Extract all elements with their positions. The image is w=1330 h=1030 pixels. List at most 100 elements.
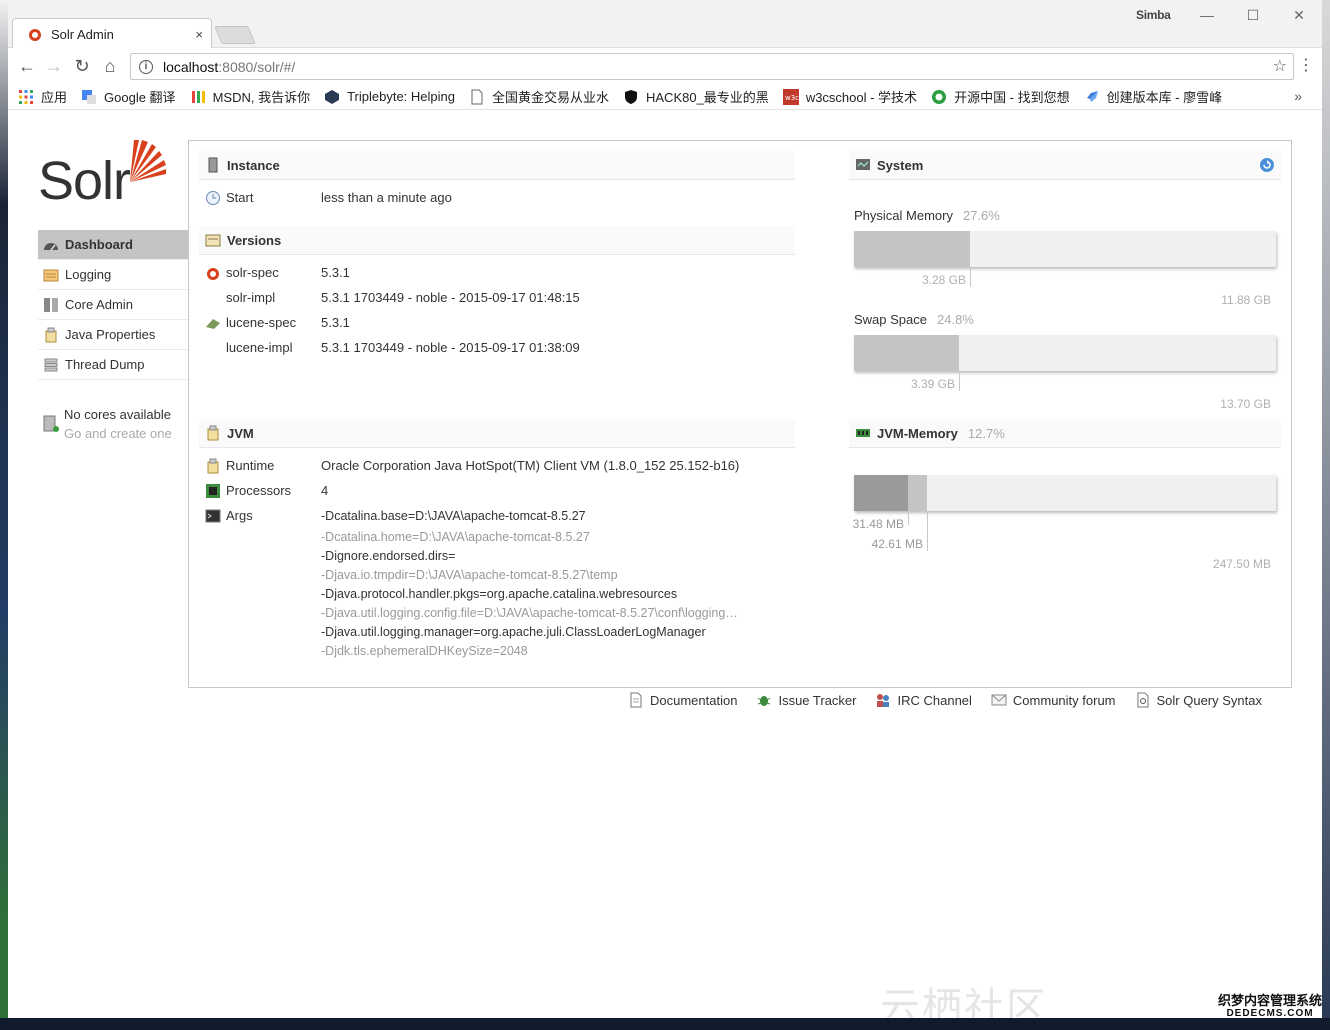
url-host: localhost: [163, 58, 219, 75]
physical-memory-total: 11.88 GB: [1221, 293, 1271, 307]
browser-tab[interactable]: Solr Admin ×: [12, 18, 212, 49]
bookmark-apps[interactable]: 应用: [18, 87, 67, 106]
version-row: solr-spec 5.3.1: [199, 260, 795, 285]
tab-close-icon[interactable]: ×: [195, 27, 203, 42]
sidebar-item-java-properties[interactable]: Java Properties: [38, 320, 188, 350]
home-icon[interactable]: ⌂: [99, 56, 121, 78]
runtime-label: Runtime: [226, 458, 275, 473]
java-properties-icon: [45, 327, 57, 342]
version-label: solr-spec: [226, 265, 279, 280]
footer-links: Documentation Issue Tracker IRC Channel …: [628, 692, 1281, 708]
bookmark-label: Triplebyte: Helping: [347, 89, 455, 104]
jvm-runtime-row: Runtime Oracle Corporation Java HotSpot(…: [199, 453, 795, 478]
dashboard-panel: Instance Start less than a minute ago Ve…: [188, 140, 1292, 688]
bookmarks-more-icon[interactable]: »: [1294, 88, 1302, 104]
create-core-link[interactable]: Go and create one: [64, 424, 172, 443]
jvm-memory-used-tick: [908, 511, 909, 525]
forward-arrow-icon[interactable]: →: [43, 56, 65, 78]
refresh-icon[interactable]: [1259, 157, 1275, 173]
versions-title: Versions: [227, 232, 282, 248]
browser-menu-icon[interactable]: ⋮: [1298, 55, 1314, 75]
no-cores-title: No cores available: [64, 407, 171, 422]
oschina-icon: [932, 89, 947, 104]
footer-community-forum-link[interactable]: Community forum: [991, 692, 1116, 708]
swap-space-total: 13.70 GB: [1220, 397, 1271, 411]
sidebar-item-thread-dump[interactable]: Thread Dump: [38, 350, 188, 380]
footer-documentation-link[interactable]: Documentation: [628, 692, 737, 708]
sidebar-item-label: Core Admin: [65, 297, 133, 312]
footer-query-syntax-link[interactable]: Solr Query Syntax: [1135, 692, 1262, 708]
bookmark-msdn[interactable]: MSDN, 我告诉你: [190, 87, 310, 106]
jvm-memory-bar: [854, 475, 1276, 511]
jvm-arg: -Djdk.tls.ephemeralDHKeySize=2048: [321, 644, 528, 658]
version-value: 5.3.1 1703449 - noble - 2015-09-17 01:48…: [321, 290, 580, 305]
bookmark-hack80[interactable]: HACK80_最专业的黑: [623, 87, 769, 106]
processors-label: Processors: [226, 483, 292, 498]
dashboard-icon: [44, 242, 58, 250]
sidebar-item-label: Thread Dump: [65, 357, 145, 372]
start-label: Start: [226, 190, 254, 205]
site-info-icon[interactable]: i: [139, 59, 153, 74]
version-label: solr-impl: [226, 290, 276, 305]
bookmark-star-icon[interactable]: ☆: [1273, 56, 1287, 76]
reload-icon[interactable]: ↻: [71, 56, 93, 78]
version-value: 5.3.1 1703449 - noble - 2015-09-17 01:38…: [321, 340, 580, 355]
bookmark-label: 创建版本库 - 廖雪峰: [1106, 90, 1223, 105]
rocket-icon: [1086, 90, 1098, 102]
bookmark-w3cschool[interactable]: w3c w3cschool - 学技术: [782, 87, 918, 106]
jvm-processors-row: Processors 4: [199, 478, 795, 503]
desktop-edge-right: [1322, 0, 1330, 1018]
jvm-header: JVM: [199, 419, 795, 448]
runtime-value: Oracle Corporation Java HotSpot(TM) Clie…: [321, 458, 740, 473]
thread-dump-icon: [44, 358, 58, 371]
jvm-arg: -Djava.protocol.handler.pkgs=org.apache.…: [321, 587, 678, 601]
profile-name[interactable]: Simba: [1136, 8, 1171, 22]
os-taskbar: [0, 1018, 1330, 1030]
jvm-memory-committed-tick: [927, 511, 928, 551]
bookmark-label: w3cschool - 学技术: [805, 90, 918, 105]
physical-memory-used: 3.28 GB: [921, 273, 966, 287]
minimize-button[interactable]: —: [1192, 4, 1222, 26]
solr-sun-icon: [130, 140, 166, 182]
jvm-memory-max: 247.50 MB: [1212, 557, 1271, 571]
system-title: System: [877, 157, 924, 173]
sidebar-item-logging[interactable]: Logging: [38, 260, 188, 290]
page-icon: [471, 89, 483, 104]
version-row: lucene-impl 5.3.1 1703449 - noble - 2015…: [199, 335, 795, 360]
triplebyte-icon: [325, 89, 340, 104]
address-bar[interactable]: i localhost :8080/solr/#/ ☆: [130, 53, 1294, 80]
jvm-memory-used: 31.48 MB: [852, 517, 904, 531]
clock-icon: [206, 190, 220, 205]
footer-irc-channel-link[interactable]: IRC Channel: [875, 692, 972, 708]
no-cores-notice[interactable]: No cores available Go and create one: [43, 405, 193, 443]
version-value: 5.3.1: [321, 315, 350, 330]
memory-chip-icon: [856, 429, 870, 437]
bookmark-oschina[interactable]: 开源中国 - 找到您想: [931, 87, 1070, 106]
footer-issue-tracker-link[interactable]: Issue Tracker: [756, 692, 856, 708]
sidebar-item-core-admin[interactable]: Core Admin: [38, 290, 188, 320]
swap-space-pct: 24.8%: [937, 312, 974, 327]
back-arrow-icon[interactable]: ←: [16, 56, 38, 78]
core-admin-icon: [44, 297, 58, 312]
query-icon: [1137, 692, 1148, 708]
terminal-icon: [205, 509, 221, 522]
solr-logo[interactable]: Solr: [38, 138, 168, 211]
bookmark-google-translate[interactable]: Google 翻译: [81, 87, 176, 106]
bookmark-triplebyte[interactable]: Triplebyte: Helping: [324, 89, 455, 105]
shield-icon: [625, 89, 637, 104]
bookmark-liaoxuefeng[interactable]: 创建版本库 - 廖雪峰: [1084, 87, 1223, 106]
jvm-block: JVM Runtime Oracle Corporation Java HotS…: [199, 419, 795, 661]
close-window-button[interactable]: ✕: [1284, 4, 1314, 26]
bookmark-label: 应用: [41, 90, 68, 105]
instance-start-row: Start less than a minute ago: [199, 185, 795, 210]
system-monitor-icon: [856, 159, 870, 170]
bookmark-gold[interactable]: 全国黄金交易从业水: [469, 87, 609, 106]
start-value: less than a minute ago: [321, 190, 452, 205]
sidebar-item-dashboard[interactable]: Dashboard: [38, 230, 188, 260]
maximize-button[interactable]: ☐: [1238, 4, 1268, 26]
jvm-arg: -Dcatalina.base=D:\JAVA\apache-tomcat-8.…: [321, 508, 586, 523]
version-row: lucene-spec 5.3.1: [199, 310, 795, 335]
new-tab-button[interactable]: [214, 26, 256, 44]
lucene-icon: [206, 318, 220, 329]
version-row: solr-impl 5.3.1 1703449 - noble - 2015-0…: [199, 285, 795, 310]
